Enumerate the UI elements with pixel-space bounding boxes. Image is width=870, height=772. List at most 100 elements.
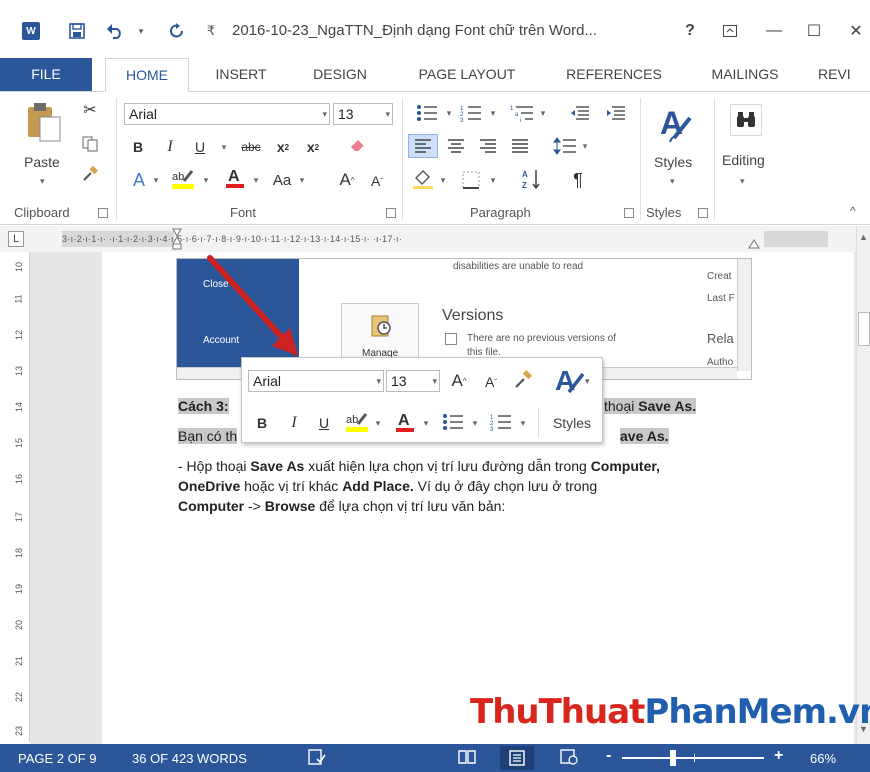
chevron-down-icon[interactable]: ▾ [488,102,498,124]
chevron-down-icon[interactable]: ▾ [538,102,548,124]
font-color-icon[interactable]: A [222,164,248,192]
strikethrough-button[interactable]: abc [234,136,268,158]
mini-bold-button[interactable]: B [252,412,272,434]
mini-styles-icon[interactable]: A ▾ [548,362,598,398]
paste-dropdown-icon[interactable]: ▾ [40,176,45,187]
paste-icon[interactable] [22,100,66,144]
borders-icon[interactable] [456,168,486,192]
mini-italic-button[interactable]: I [284,412,304,434]
tab-mailings[interactable]: MAILINGS [700,58,790,92]
tab-home[interactable]: HOME [105,58,189,92]
subscript-button[interactable]: x2 [272,136,294,158]
chevron-down-icon[interactable]: ▾ [372,412,384,434]
print-layout-icon[interactable] [500,746,534,770]
increase-indent-icon[interactable] [604,102,628,124]
chevron-down-icon[interactable]: ▾ [250,168,262,192]
mini-text-highlight-icon[interactable]: ab [342,408,372,436]
tab-insert[interactable]: INSERT [206,58,276,92]
zoom-slider-track[interactable] [622,757,764,759]
close-button[interactable]: ✕ [842,20,870,42]
text-line-2-tail[interactable]: ave As. [620,428,669,444]
word-count-status[interactable]: 36 OF 423 WORDS [132,751,247,766]
save-icon[interactable] [66,20,88,42]
clear-formatting-icon[interactable] [346,134,370,158]
styles-launcher-icon[interactable] [698,208,708,218]
format-painter-icon[interactable] [80,164,100,184]
text-line-4[interactable]: OneDrive hoặc vị trí khác Add Place. Ví … [178,478,597,494]
collapse-ribbon-icon[interactable]: ^ [850,204,856,218]
chevron-down-icon[interactable]: ▾ [322,104,327,124]
bullets-icon[interactable] [410,102,444,124]
zoom-level[interactable]: 66% [810,751,836,766]
align-right-button[interactable] [474,134,502,158]
styles-button-label[interactable]: Styles [654,154,692,170]
paste-label[interactable]: Paste [24,154,60,170]
word-app-icon[interactable]: W [22,22,40,40]
font-size-combo[interactable]: 13 ▾ [333,103,393,125]
tab-references[interactable]: REFERENCES [558,58,670,92]
proofing-icon[interactable] [308,749,326,768]
decrease-indent-icon[interactable] [568,102,592,124]
tab-page-layout[interactable]: PAGE LAYOUT [404,58,530,92]
paragraph-launcher-icon[interactable] [624,208,634,218]
chevron-down-icon[interactable]: ▾ [740,176,745,187]
scroll-up-icon[interactable]: ▲ [859,232,868,242]
chevron-down-icon[interactable]: ▾ [580,134,590,158]
page-count-status[interactable]: PAGE 2 OF 9 [18,751,97,766]
zoom-slider-thumb[interactable] [670,750,676,766]
text-effects-icon[interactable]: A [126,168,152,192]
shading-icon[interactable] [408,166,438,192]
mini-font-name-combo[interactable]: Arial ▾ [248,370,384,392]
text-line-5[interactable]: Computer -> Browse để lựa chọn vị trí lư… [178,498,505,514]
numbering-icon[interactable]: 123 [456,102,486,124]
bold-button[interactable]: B [128,136,148,158]
chevron-down-icon[interactable]: ▾ [200,168,212,192]
zoom-out-button[interactable]: - [606,747,611,765]
document-scrollbar[interactable]: ▲ ▼ [856,226,870,744]
ribbon-display-options-icon[interactable] [716,20,744,42]
italic-button[interactable]: I [160,136,180,158]
text-line-1-tail[interactable]: thoại Save As. [604,398,697,414]
grow-font-icon[interactable]: A ^ [336,168,358,192]
mini-format-painter-icon[interactable] [510,368,536,392]
undo-dropdown-icon[interactable]: ▾ [130,20,152,42]
maximize-button[interactable]: ☐ [800,20,828,42]
show-formatting-marks-icon[interactable]: ¶ [566,168,590,192]
font-name-combo[interactable]: Arial ▾ [124,103,330,125]
customize-qat-icon[interactable]: ₹ [200,20,222,42]
superscript-button[interactable]: x2 [302,136,324,158]
tab-file[interactable]: FILE [0,58,92,92]
align-center-button[interactable] [442,134,470,158]
text-line-1[interactable]: Cách 3: [178,398,229,414]
right-indent-marker-icon[interactable] [748,238,760,250]
sort-icon[interactable]: AZ [520,166,544,192]
font-launcher-icon[interactable] [386,208,396,218]
line-spacing-icon[interactable] [550,134,580,158]
mini-bullets-icon[interactable] [438,410,468,434]
mini-grow-font-icon[interactable]: A ^ [448,370,470,392]
mini-numbering-icon[interactable]: 123 [486,410,516,434]
tab-selector-button[interactable]: L [8,231,24,247]
text-line-2[interactable]: Bạn có th [178,428,238,444]
scroll-thumb[interactable] [858,312,870,346]
help-button[interactable]: ? [676,20,704,42]
undo-icon[interactable] [104,20,126,42]
shrink-font-icon[interactable]: Aˇ [366,170,388,192]
chevron-down-icon[interactable]: ▾ [518,412,528,434]
zoom-in-button[interactable]: + [774,747,783,765]
mini-font-size-combo[interactable]: 13 ▾ [386,370,440,392]
chevron-down-icon[interactable]: ▾ [150,168,162,192]
align-left-button[interactable] [408,134,438,158]
tab-design[interactable]: DESIGN [300,58,380,92]
chevron-down-icon[interactable]: ▾ [670,176,675,187]
chevron-down-icon[interactable]: ▾ [488,168,498,192]
chevron-down-icon[interactable]: ▾ [420,412,432,434]
redo-icon[interactable] [166,20,188,42]
web-layout-icon[interactable] [560,749,578,768]
copy-icon[interactable] [80,134,100,154]
clipboard-launcher-icon[interactable] [98,208,108,218]
justify-button[interactable] [506,134,534,158]
chevron-down-icon[interactable]: ▾ [218,136,230,158]
indent-marker-icon[interactable] [172,228,182,250]
minimize-button[interactable]: — [760,20,788,42]
